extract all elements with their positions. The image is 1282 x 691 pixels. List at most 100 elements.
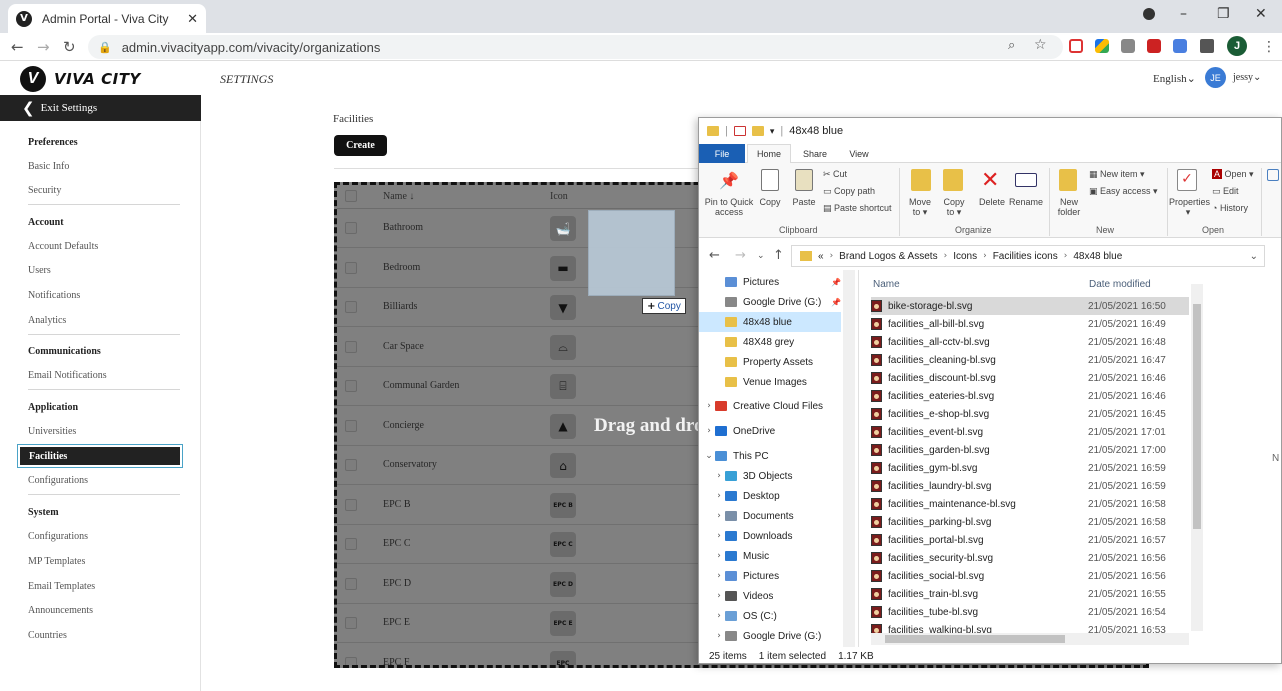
extension-icon[interactable] [1121,39,1135,53]
expand-chevron-icon[interactable]: › [713,491,725,501]
nav-item[interactable]: › Desktop [699,486,841,506]
sidebar-item-countries[interactable]: Countries [28,630,67,641]
breadcrumb-icons[interactable]: Icons [953,251,977,262]
tab-close-icon[interactable]: ✕ [187,11,198,27]
file-row[interactable]: facilities_tube-bl.svg 21/05/2021 16:54 [871,603,1189,621]
nav-item[interactable]: ⌄ This PC [699,446,841,466]
nav-item[interactable]: › Documents [699,506,841,526]
paste-shortcut-button[interactable]: ▤ Paste shortcut [823,203,892,213]
move-to-button[interactable]: Move to ▾ [905,197,935,217]
row-checkbox[interactable] [345,419,357,432]
paste-button[interactable]: Paste [790,197,818,207]
sidebar-item-security[interactable]: Security [28,185,61,196]
expand-chevron-icon[interactable]: › [703,401,715,411]
nav-item[interactable]: › Downloads [699,526,841,546]
select-all-icon[interactable] [1267,169,1279,181]
tab-file[interactable]: File [699,144,745,163]
sidebar-item-configurations[interactable]: Configurations [28,475,88,486]
extension-pocket-icon[interactable] [1069,39,1083,53]
sidebar-item-system-configurations[interactable]: Configurations [28,531,88,542]
breadcrumb-facilities-icons[interactable]: Facilities icons [993,251,1058,262]
forward-arrow-icon[interactable]: → [37,38,50,56]
cut-button[interactable]: ✂ Cut [823,169,847,179]
breadcrumb-overflow[interactable]: « [818,251,824,262]
expand-chevron-icon[interactable]: › [713,591,725,601]
expand-chevron-icon[interactable]: › [713,631,725,641]
breadcrumb-brand-logos[interactable]: Brand Logos & Assets [839,251,937,262]
sidebar-item-notifications[interactable]: Notifications [28,290,80,301]
pin-icon[interactable]: 📌 [831,298,841,307]
row-checkbox[interactable] [345,222,357,234]
file-row[interactable]: facilities_cleaning-bl.svg 21/05/2021 16:… [871,351,1189,369]
file-row[interactable]: facilities_social-bl.svg 21/05/2021 16:56 [871,567,1189,585]
browser-tab[interactable]: V Admin Portal - Viva City ✕ [8,4,206,33]
row-checkbox[interactable] [345,498,357,511]
new-folder-quick-icon[interactable] [751,126,764,136]
file-row[interactable]: facilities_maintenance-bl.svg 21/05/2021 … [871,495,1189,513]
sidebar-item-analytics[interactable]: Analytics [28,315,66,326]
column-header-name[interactable]: Name [873,279,900,290]
nav-item[interactable]: › Music [699,546,841,566]
sidebar-item-universities[interactable]: Universities [28,426,76,437]
nav-item[interactable]: › Creative Cloud Files [699,396,841,416]
file-row[interactable]: facilities_discount-bl.svg 21/05/2021 16:… [871,369,1189,387]
window-minimize-button[interactable]: – [1180,6,1187,22]
file-row[interactable]: facilities_garden-bl.svg 21/05/2021 17:00 [871,441,1189,459]
file-row[interactable]: facilities_eateries-bl.svg 21/05/2021 16:… [871,387,1189,405]
history-button[interactable]: ◔ History [1212,203,1248,213]
row-checkbox[interactable] [345,656,357,665]
scroll-thumb[interactable] [1193,304,1201,529]
expand-chevron-icon[interactable]: ⌄ [703,451,715,461]
copy-to-button[interactable]: Copy to ▾ [939,197,969,217]
chrome-profile-avatar[interactable]: J [1227,36,1247,56]
file-row[interactable]: facilities_all-cctv-bl.svg 21/05/2021 16:… [871,333,1189,351]
recent-locations-icon[interactable]: ⌄ [757,251,765,261]
file-row[interactable]: bike-storage-bl.svg 21/05/2021 16:50 [871,297,1189,315]
easy-access-button[interactable]: ▣ Easy access ▾ [1089,186,1158,196]
address-bar[interactable]: 🔒 admin.vivacityapp.com/vivacity/organiz… [88,35,1063,59]
column-header-date-modified[interactable]: Date modified [1089,279,1151,290]
expand-chevron-icon[interactable]: › [713,551,725,561]
nav-item[interactable]: 48X48 grey [699,332,841,352]
nav-item[interactable]: › Google Drive (G:) [699,626,841,646]
new-item-button[interactable]: ▦ New item ▾ [1089,169,1145,179]
sidebar-item-basic-info[interactable]: Basic Info [28,161,69,172]
file-row[interactable]: facilities_event-bl.svg 21/05/2021 17:01 [871,423,1189,441]
file-row[interactable]: facilities_portal-bl.svg 21/05/2021 16:57 [871,531,1189,549]
sidebar-item-announcements[interactable]: Announcements [28,605,93,616]
sidebar-item-mp-templates[interactable]: MP Templates [28,556,85,567]
reload-icon[interactable]: ↻ [63,38,76,56]
file-list-vertical-scrollbar[interactable] [1191,284,1203,631]
nav-item[interactable]: 48x48 blue [699,312,841,332]
column-header-name[interactable]: Name ↓ [383,191,414,202]
nav-item[interactable]: › Pictures [699,566,841,586]
nav-item[interactable]: › OneDrive [699,421,841,441]
zoom-icon[interactable]: ⌕ [1008,38,1015,53]
pin-to-quick-access-button[interactable]: Pin to Quick access [703,197,755,217]
viva-city-logo[interactable]: V VIVA CITY [20,66,141,92]
sidebar-item-email-templates[interactable]: Email Templates [28,581,95,592]
bookmark-star-icon[interactable]: ☆ [1034,37,1047,53]
language-selector[interactable]: English⌄ [1153,72,1196,85]
row-checkbox[interactable] [345,301,357,313]
google-drive-extension-icon[interactable] [1095,39,1109,53]
user-menu[interactable]: jessy⌄ [1233,72,1261,83]
chrome-menu-icon[interactable]: ⋮ [1262,38,1276,55]
back-arrow-icon[interactable]: ← [11,38,24,56]
expand-chevron-icon[interactable]: › [713,571,725,581]
properties-quick-icon[interactable] [733,126,746,136]
rename-button[interactable]: Rename [1009,197,1043,207]
expand-chevron-icon[interactable]: › [713,471,725,481]
tab-share[interactable]: Share [795,144,835,163]
expand-chevron-icon[interactable]: › [703,426,715,436]
breadcrumb-48x48-blue[interactable]: 48x48 blue [1073,251,1122,262]
quick-access-dropdown-icon[interactable]: ▾ [770,126,775,137]
nav-item[interactable]: › 3D Objects [699,466,841,486]
open-button[interactable]: A Open ▾ [1212,169,1254,179]
puzzle-extensions-icon[interactable] [1200,39,1214,53]
scroll-thumb[interactable] [885,635,1065,643]
tab-home[interactable]: Home [747,144,791,163]
nav-item[interactable]: Google Drive (G:) 📌 [699,292,841,312]
file-row[interactable]: facilities_parking-bl.svg 21/05/2021 16:5… [871,513,1189,531]
expand-chevron-icon[interactable]: › [713,611,725,621]
